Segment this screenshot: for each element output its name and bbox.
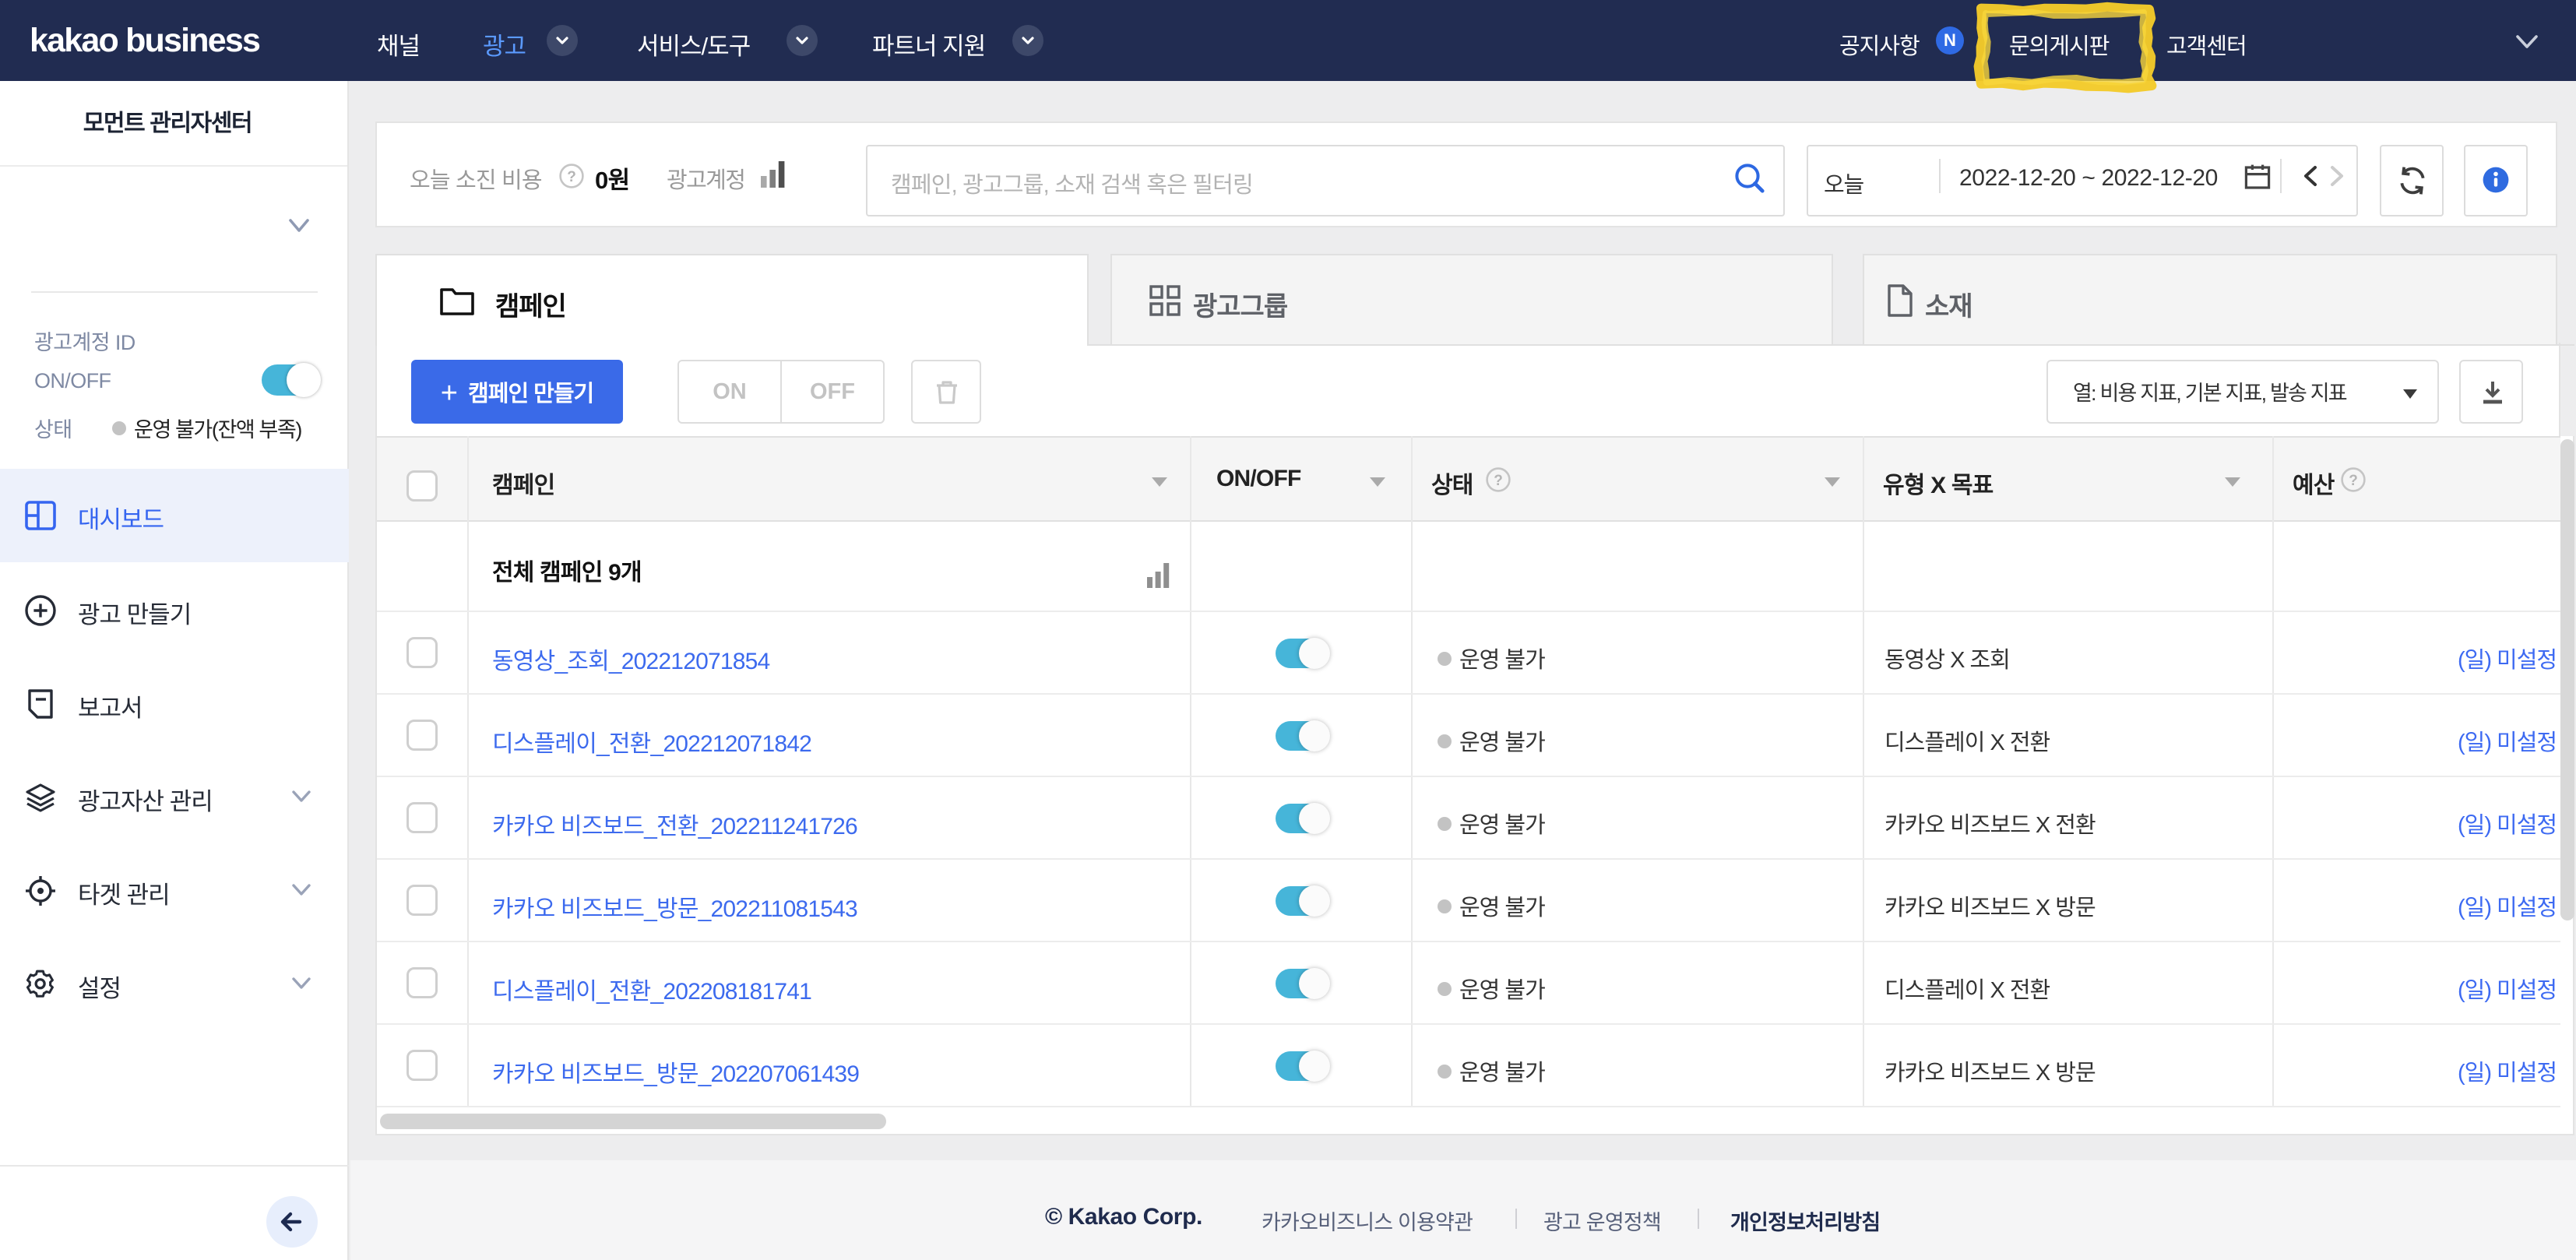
svg-text:?: ? bbox=[1494, 473, 1503, 489]
svg-text:?: ? bbox=[2349, 473, 2358, 489]
svg-text:?: ? bbox=[567, 169, 576, 185]
